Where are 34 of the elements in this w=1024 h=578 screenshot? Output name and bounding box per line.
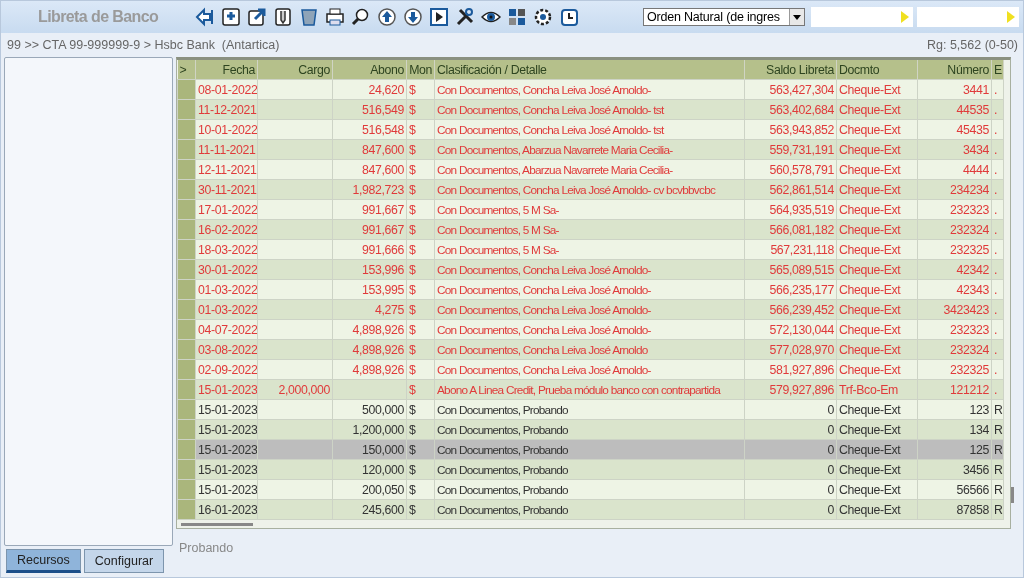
play-icon[interactable] (428, 6, 451, 28)
table-cell: Cheque-Ext (836, 79, 918, 100)
column-header[interactable]: Número (917, 60, 992, 80)
input-field[interactable] (811, 7, 913, 27)
export-icon[interactable] (246, 6, 269, 28)
up-arrow-icon[interactable] (376, 6, 399, 28)
column-header[interactable]: > (177, 60, 196, 80)
table-cell: 24,620 (332, 79, 407, 100)
scrollbar-thumb[interactable] (1011, 487, 1014, 503)
add-icon[interactable] (220, 6, 243, 28)
column-header[interactable]: Clasificación / Detalle (434, 60, 745, 80)
table-cell: 3441 (917, 79, 992, 100)
print-icon[interactable] (324, 6, 347, 28)
down-arrow-icon[interactable] (402, 6, 425, 28)
record-count: Rg: 5,562 (0-50) (926, 38, 1018, 52)
input-field[interactable] (917, 7, 1019, 27)
sort-select[interactable]: Orden Natural (de ingres (643, 8, 805, 26)
clock-icon[interactable] (558, 6, 581, 28)
column-header[interactable]: Fecha (195, 60, 258, 80)
detail-text: Probando (178, 541, 235, 555)
column-header[interactable]: Abono (332, 60, 407, 80)
tab[interactable]: Recursos (6, 549, 81, 573)
column-header[interactable]: Mon (406, 60, 435, 80)
table-cell: $ (406, 79, 435, 100)
scrollbar-thumb[interactable] (181, 523, 253, 526)
table-cell: 08-01-2022 (195, 79, 258, 100)
column-header[interactable]: Cargo (257, 60, 333, 80)
column-header[interactable]: Docmto (836, 60, 918, 80)
table-cell: Con Documentos, Concha Leiva José Arnoldo- (434, 79, 745, 100)
table-cell: 563,427,304 (744, 79, 837, 100)
column-header[interactable]: Saldo Libreta (744, 60, 837, 80)
tab[interactable]: Configurar (83, 549, 165, 573)
breadcrumb: 99 >> CTA 99-999999-9 > Hsbc Bank (Antartica) (7, 38, 280, 52)
app-title: Libreta de Banco (38, 7, 159, 27)
